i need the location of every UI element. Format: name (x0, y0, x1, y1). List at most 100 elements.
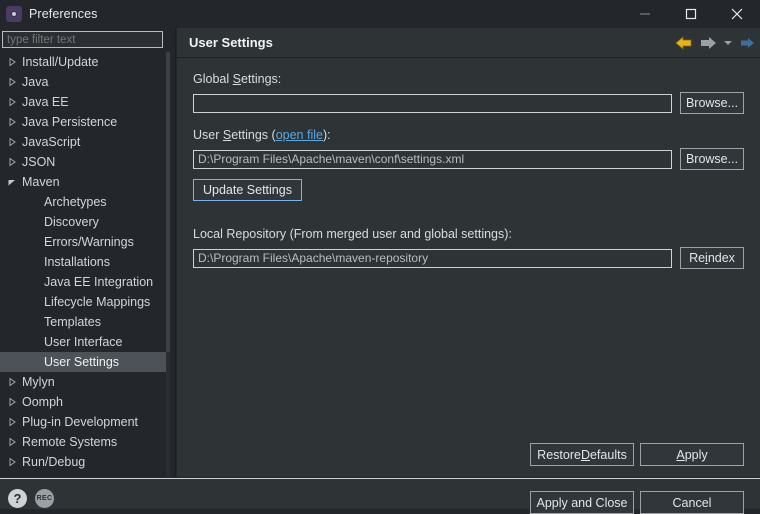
sidebar-scrollbar-thumb[interactable] (166, 52, 170, 352)
preferences-tree[interactable]: Install/Update Java Java EE Java Persistenc… (0, 52, 170, 477)
user-settings-label-mid: ettings ( (231, 128, 275, 142)
back-arrow-icon[interactable] (673, 32, 695, 54)
cancel-button[interactable]: Cancel (640, 491, 744, 514)
close-icon[interactable] (714, 0, 760, 28)
filter-container (0, 28, 176, 48)
reindex-button[interactable]: Reindex (680, 247, 744, 269)
sidebar-item-label: Java EE (20, 95, 69, 109)
page-action-buttons: Restore Defaults Apply (530, 443, 744, 466)
preferences-main-panel: User Settings Global (177, 28, 760, 477)
global-settings-row: Browse... (193, 92, 744, 114)
sidebar-item-user-settings[interactable]: User Settings (0, 352, 170, 372)
chevron-right-icon[interactable] (4, 98, 20, 106)
preferences-sidebar: Install/Update Java Java EE Java Persistenc… (0, 28, 176, 477)
user-settings-label-mnemonic: S (223, 128, 231, 142)
sidebar-item-label: Remote Systems (20, 435, 117, 449)
sidebar-item-label: JSON (20, 155, 55, 169)
help-icon[interactable]: ? (8, 489, 27, 508)
sidebar-item-label: Install/Update (20, 55, 98, 69)
local-repository-row: Reindex (193, 247, 744, 269)
search-input[interactable] (2, 31, 163, 48)
chevron-right-icon[interactable] (4, 378, 20, 386)
chevron-right-icon[interactable] (4, 458, 20, 466)
sidebar-item-javascript[interactable]: JavaScript (0, 132, 170, 152)
sidebar-item-discovery[interactable]: Discovery (0, 212, 170, 232)
global-settings-label-post: ettings: (241, 72, 281, 86)
local-repository-input (193, 249, 672, 268)
global-settings-browse-button[interactable]: Browse... (680, 92, 744, 114)
user-settings-browse-button[interactable]: Browse... (680, 148, 744, 170)
sidebar-item-lifecycle-mappings[interactable]: Lifecycle Mappings (0, 292, 170, 312)
sidebar-item-maven[interactable]: Maven (0, 172, 170, 192)
sidebar-item-label: Discovery (4, 215, 99, 229)
preferences-gear-icon (6, 6, 22, 22)
sidebar-item-mylyn[interactable]: Mylyn (0, 372, 170, 392)
chevron-right-icon[interactable] (4, 58, 20, 66)
chevron-down-icon[interactable] (721, 32, 734, 54)
window-title: Preferences (29, 7, 98, 21)
forward-arrow-icon[interactable] (697, 32, 719, 54)
sidebar-item-archetypes[interactable]: Archetypes (0, 192, 170, 212)
sidebar-item-user-interface[interactable]: User Interface (0, 332, 170, 352)
sidebar-item-label: Mylyn (20, 375, 55, 389)
sidebar-item-templates[interactable]: Templates (0, 312, 170, 332)
restore-defaults-post: efaults (590, 448, 627, 462)
sidebar-item-run-debug[interactable]: Run/Debug (0, 452, 170, 472)
chevron-right-icon[interactable] (4, 418, 20, 426)
sidebar-item-label: Java Persistence (20, 115, 117, 129)
global-settings-input[interactable] (193, 94, 672, 113)
open-file-link[interactable]: open file (276, 128, 323, 142)
chevron-right-icon[interactable] (4, 118, 20, 126)
reindex-label-pre: Re (689, 251, 705, 265)
user-settings-label-pre: User (193, 128, 223, 142)
sidebar-item-errors-warnings[interactable]: Errors/Warnings (0, 232, 170, 252)
sidebar-item-label: User Settings (4, 355, 119, 369)
restore-defaults-mnemonic: D (581, 448, 590, 462)
sidebar-item-install-update[interactable]: Install/Update (0, 52, 170, 72)
apply-and-close-button[interactable]: Apply and Close (530, 491, 634, 514)
sidebar-item-label: Oomph (20, 395, 63, 409)
user-settings-row: Browse... (193, 148, 744, 170)
sidebar-item-java-ee-integration[interactable]: Java EE Integration (0, 272, 170, 292)
maximize-icon[interactable] (668, 0, 714, 28)
user-settings-input[interactable] (193, 150, 672, 169)
sidebar-item-label: Lifecycle Mappings (4, 295, 150, 309)
chevron-down-icon[interactable] (4, 178, 20, 186)
sidebar-item-label: Installations (4, 255, 110, 269)
dialog-footer: ? REC Apply and Close Cancel (0, 478, 760, 509)
sidebar-item-java-persistence[interactable]: Java Persistence (0, 112, 170, 132)
sidebar-divider (175, 28, 176, 477)
sidebar-item-java[interactable]: Java (0, 72, 170, 92)
sidebar-item-label: Errors/Warnings (4, 235, 134, 249)
sidebar-item-json[interactable]: JSON (0, 152, 170, 172)
sidebar-item-plug-in-development[interactable]: Plug-in Development (0, 412, 170, 432)
sidebar-item-label: Java EE Integration (4, 275, 153, 289)
sidebar-item-installations[interactable]: Installations (0, 252, 170, 272)
apply-post: pply (685, 448, 708, 462)
sidebar-item-oomph[interactable]: Oomph (0, 392, 170, 412)
sidebar-scrollbar[interactable] (166, 52, 170, 477)
apply-button[interactable]: Apply (640, 443, 744, 466)
forward-arrow-blue-icon[interactable] (736, 32, 758, 54)
update-settings-button[interactable]: Update Settings (193, 179, 302, 201)
sidebar-item-label: Plug-in Development (20, 415, 138, 429)
chevron-right-icon[interactable] (4, 438, 20, 446)
global-settings-label: Global Settings: (193, 72, 744, 86)
sidebar-item-label: Templates (4, 315, 101, 329)
rec-icon[interactable]: REC (35, 489, 54, 508)
user-settings-label-post: ): (323, 128, 331, 142)
chevron-right-icon[interactable] (4, 158, 20, 166)
sidebar-item-label: Run/Debug (20, 455, 85, 469)
chevron-right-icon[interactable] (4, 78, 20, 86)
restore-defaults-button[interactable]: Restore Defaults (530, 443, 634, 466)
chevron-right-icon[interactable] (4, 398, 20, 406)
sidebar-item-java-ee[interactable]: Java EE (0, 92, 170, 112)
sidebar-item-label: Archetypes (4, 195, 107, 209)
minimize-icon[interactable] (622, 0, 668, 28)
navigation-toolbar (673, 28, 758, 57)
footer-icon-group: ? REC (8, 489, 54, 508)
chevron-right-icon[interactable] (4, 138, 20, 146)
page-title: User Settings (189, 35, 273, 50)
sidebar-item-remote-systems[interactable]: Remote Systems (0, 432, 170, 452)
restore-defaults-pre: Restore (537, 448, 581, 462)
